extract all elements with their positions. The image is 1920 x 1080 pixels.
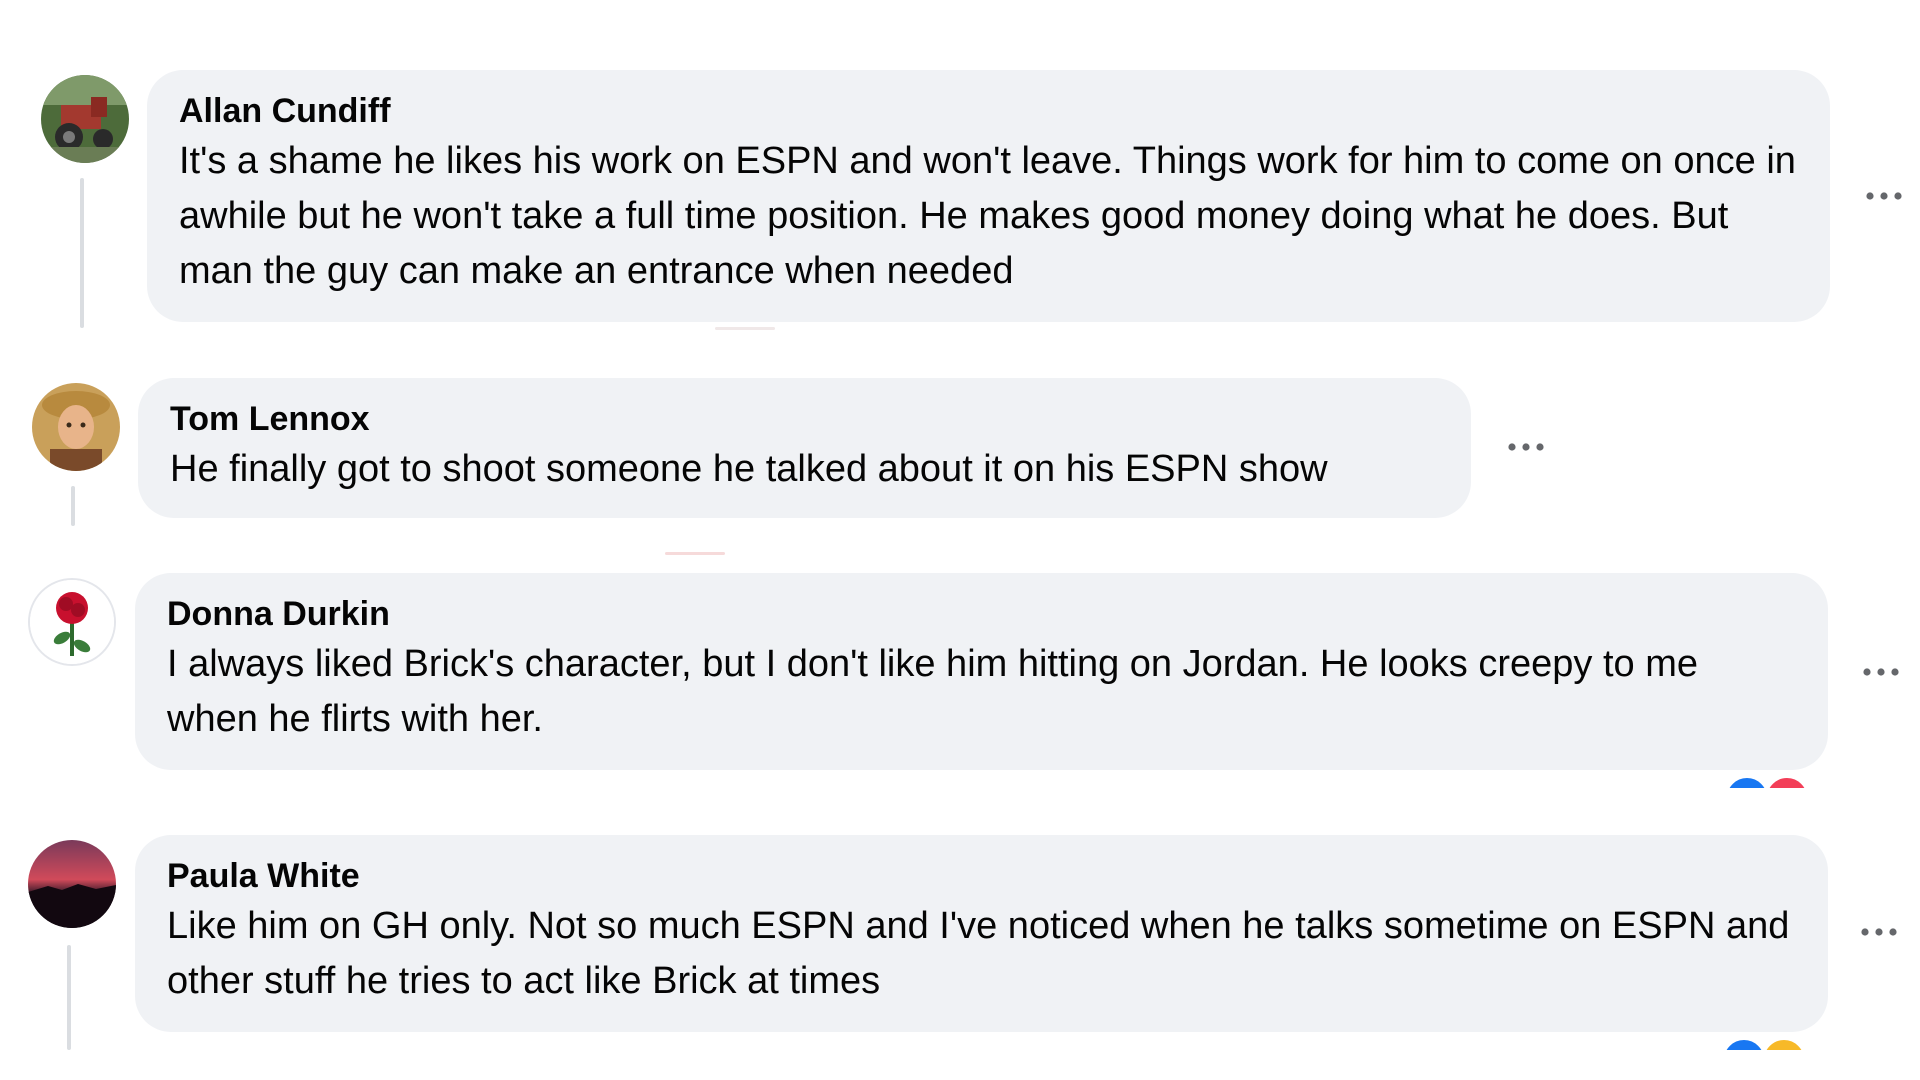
more-options-icon[interactable]	[1504, 437, 1548, 457]
more-options-icon[interactable]	[1859, 662, 1903, 682]
comment-author[interactable]: Tom Lennox	[170, 398, 1439, 440]
more-options-icon[interactable]	[1862, 186, 1906, 206]
reaction-summary[interactable]	[1725, 776, 1815, 788]
reaction-remnant	[665, 552, 725, 555]
comment-text: Like him on GH only. Not so much ESPN an…	[167, 905, 1790, 1002]
love-reaction-icon	[1765, 776, 1810, 788]
tractor-avatar-icon	[41, 75, 129, 163]
comment-bubble: Paula White Like him on GH only. Not so …	[135, 835, 1828, 1032]
comment-text: It's a shame he likes his work on ESPN a…	[179, 140, 1796, 292]
comment-text: I always liked Brick's character, but I …	[167, 643, 1698, 740]
avatar[interactable]	[28, 840, 116, 928]
comment-author[interactable]: Donna Durkin	[167, 593, 1796, 635]
avatar[interactable]	[28, 578, 116, 666]
portrait-avatar-icon	[32, 383, 120, 471]
comment-bubble: Donna Durkin I always liked Brick's char…	[135, 573, 1828, 770]
comment-author[interactable]: Paula White	[167, 855, 1796, 897]
comment-thread: Allan Cundiff It's a shame he likes his …	[0, 0, 1920, 1080]
haha-reaction-icon	[1762, 1038, 1807, 1050]
more-options-icon[interactable]	[1857, 922, 1901, 942]
like-reaction-icon	[1722, 1038, 1766, 1050]
sunset-avatar-icon	[28, 840, 116, 928]
comment-bubble: Allan Cundiff It's a shame he likes his …	[147, 70, 1830, 322]
comment-author[interactable]: Allan Cundiff	[179, 90, 1798, 132]
comment-text: He finally got to shoot someone he talke…	[170, 448, 1328, 490]
avatar[interactable]	[41, 75, 129, 163]
comment-bubble: Tom Lennox He finally got to shoot someo…	[138, 378, 1471, 518]
thread-line	[67, 945, 71, 1050]
thread-line	[71, 486, 75, 526]
like-reaction-icon	[1725, 776, 1769, 788]
reaction-summary[interactable]	[1722, 1038, 1812, 1050]
avatar[interactable]	[32, 383, 120, 471]
thread-line	[80, 178, 84, 328]
reaction-remnant	[715, 327, 775, 330]
rose-avatar-icon	[30, 580, 114, 664]
